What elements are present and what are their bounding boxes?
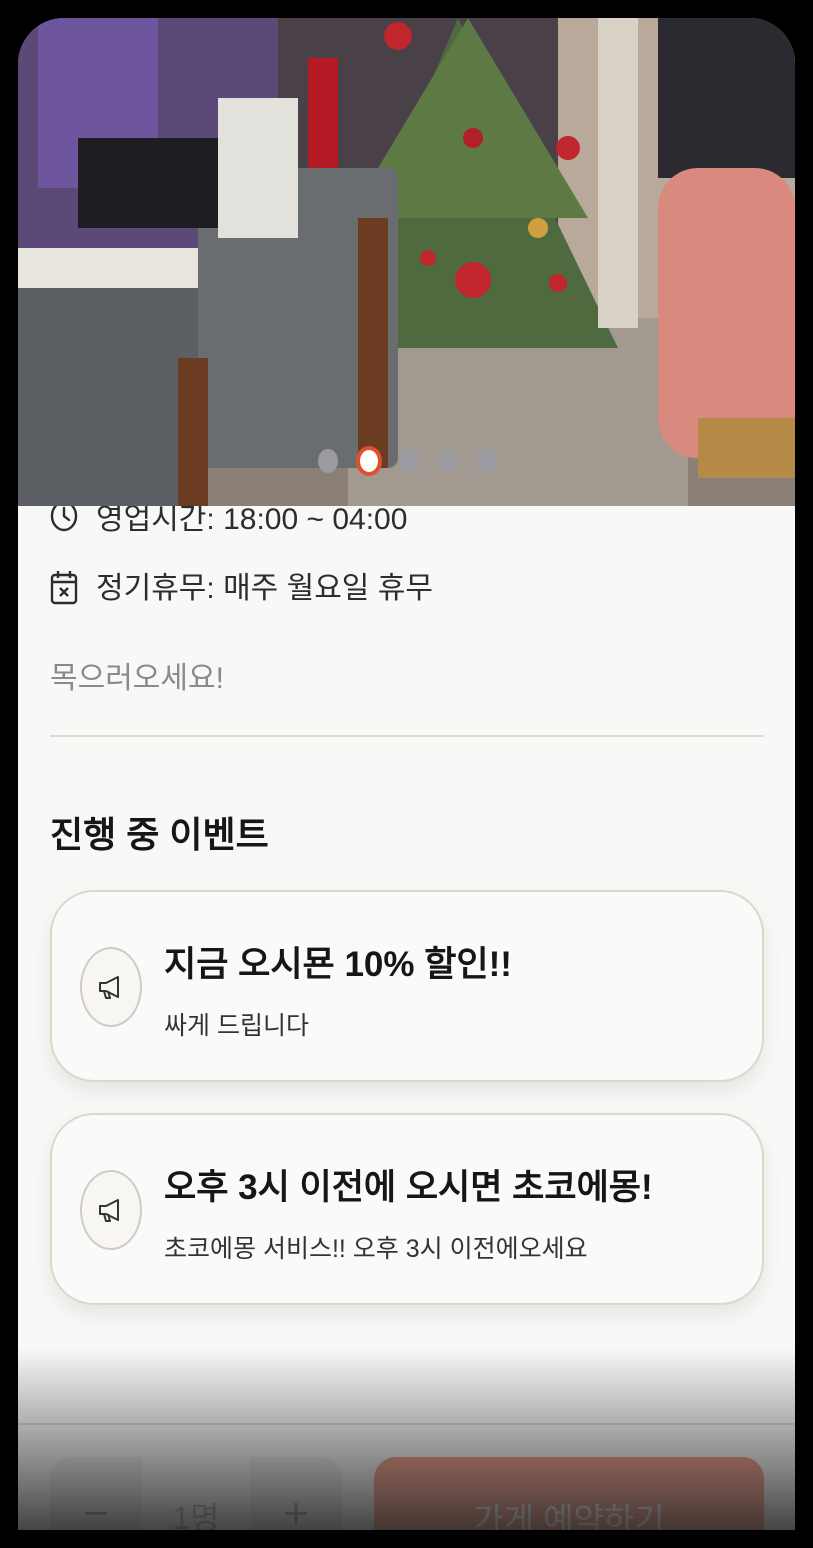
event-title: 오후 3시 이전에 오시면 초코에몽! <box>164 1168 653 1207</box>
event-subtitle: 초코에몽 서비스!! 오후 3시 이전에오세요 <box>164 1235 588 1263</box>
party-size-stepper: − 1명 + <box>50 1457 342 1530</box>
megaphone-icon <box>80 1170 142 1250</box>
event-subtitle: 싸게 드립니다 <box>164 1012 309 1040</box>
carousel-dot[interactable] <box>399 449 420 473</box>
carousel-indicator <box>18 446 795 476</box>
carousel-dot[interactable] <box>317 449 338 473</box>
device-frame: 영업시간: 18:00 ~ 04:00 정기휴무: 매주 월요일 휴무 목으러오… <box>0 0 813 1548</box>
calendar-x-icon <box>50 569 78 605</box>
carousel-dot[interactable] <box>437 449 458 473</box>
events-section-title: 진행 중 이벤트 <box>50 814 269 855</box>
increase-button[interactable]: + <box>250 1457 342 1530</box>
regular-holiday-text: 정기휴무: 매주 월요일 휴무 <box>96 572 433 605</box>
reserve-button[interactable]: 가게 예약하기 <box>374 1457 764 1530</box>
megaphone-icon <box>80 947 142 1027</box>
event-title: 지금 오시묜 10% 할인!! <box>164 945 512 984</box>
event-card[interactable]: 지금 오시묜 10% 할인!! 싸게 드립니다 <box>50 890 764 1082</box>
hero-photo <box>18 18 795 506</box>
booking-bar: − 1명 + 가게 예약하기 <box>18 1423 795 1530</box>
decrease-button[interactable]: − <box>50 1457 142 1530</box>
store-description: 목으러오세요! <box>50 662 224 695</box>
carousel-dot[interactable] <box>475 449 496 473</box>
carousel-dot-active[interactable] <box>355 446 382 476</box>
event-card[interactable]: 오후 3시 이전에 오시면 초코에몽! 초코에몽 서비스!! 오후 3시 이전에… <box>50 1113 764 1305</box>
party-size-value: 1명 <box>142 1457 250 1530</box>
section-divider <box>50 735 764 737</box>
regular-holiday: 정기휴무: 매주 월요일 휴무 <box>50 563 433 607</box>
app-screen: 영업시간: 18:00 ~ 04:00 정기휴무: 매주 월요일 휴무 목으러오… <box>18 18 795 1530</box>
hero-image-carousel[interactable] <box>18 18 795 506</box>
